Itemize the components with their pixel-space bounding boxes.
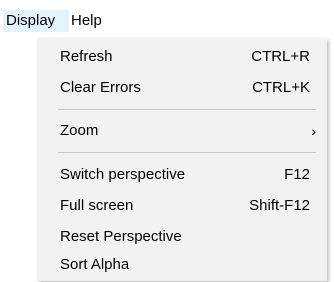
menu-separator bbox=[58, 152, 316, 153]
chevron-right-icon: › bbox=[311, 123, 316, 139]
display-dropdown-menu: Refresh CTRL+R Clear Errors CTRL+K Zoom … bbox=[37, 38, 327, 281]
menu-item-label: Clear Errors bbox=[60, 79, 141, 96]
menu-item-shortcut: Shift-F12 bbox=[249, 197, 310, 214]
menu-bar: Display Help bbox=[0, 0, 334, 38]
menu-item-switch-perspective[interactable]: Switch perspective F12 bbox=[38, 163, 326, 187]
menu-display[interactable]: Display bbox=[3, 10, 69, 32]
menu-item-full-screen[interactable]: Full screen Shift-F12 bbox=[38, 194, 326, 218]
menu-item-shortcut: CTRL+K bbox=[252, 79, 310, 96]
menu-separator bbox=[58, 109, 316, 110]
menu-display-label: Display bbox=[6, 12, 56, 29]
menu-item-shortcut: F12 bbox=[284, 166, 310, 183]
menu-item-label: Sort Alpha bbox=[60, 256, 130, 273]
menu-item-sort-alpha[interactable]: Sort Alpha bbox=[38, 253, 326, 277]
menu-item-refresh[interactable]: Refresh CTRL+R bbox=[38, 45, 326, 69]
menu-item-label: Reset Perspective bbox=[60, 228, 182, 245]
menu-help[interactable]: Help bbox=[68, 10, 114, 32]
menu-item-clear-errors[interactable]: Clear Errors CTRL+K bbox=[38, 76, 326, 100]
menu-item-reset-perspective[interactable]: Reset Perspective bbox=[38, 225, 326, 249]
menu-item-label: Refresh bbox=[60, 48, 113, 65]
menu-help-label: Help bbox=[71, 12, 102, 29]
menu-item-label: Switch perspective bbox=[60, 166, 186, 183]
menu-item-zoom[interactable]: Zoom › bbox=[38, 119, 326, 143]
menu-item-shortcut: CTRL+R bbox=[251, 48, 310, 65]
menu-item-label: Full screen bbox=[60, 197, 134, 214]
menu-item-label: Zoom bbox=[60, 122, 99, 139]
